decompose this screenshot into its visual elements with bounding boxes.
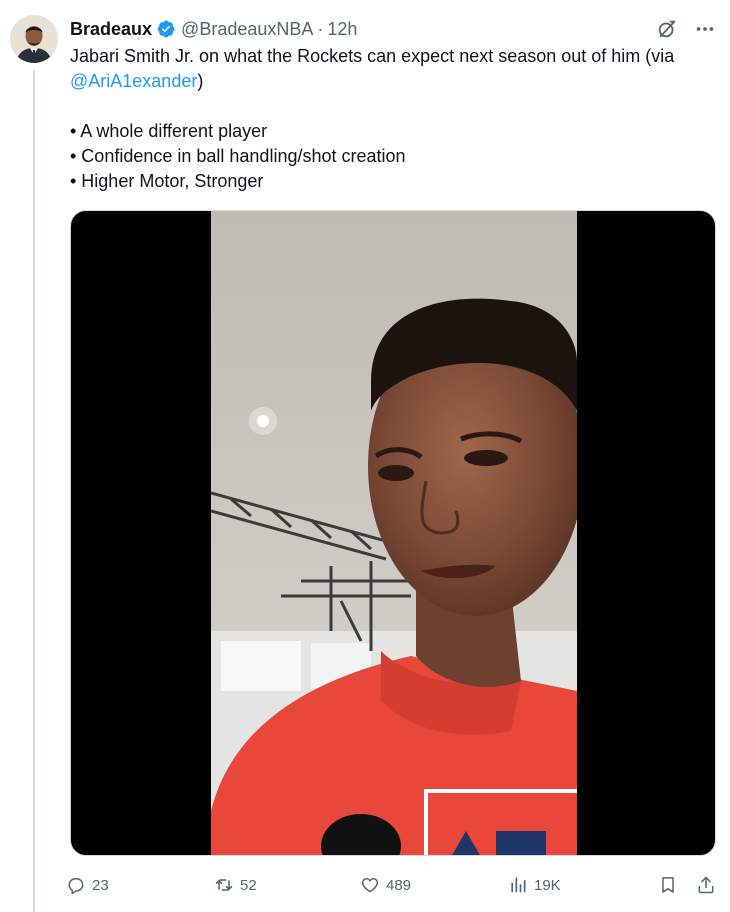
grok-icon[interactable] [656,18,678,40]
views-button[interactable]: 19K [508,875,658,895]
retweet-button[interactable]: 52 [214,875,360,895]
bullet-item: • Higher Motor, Stronger [70,171,264,191]
tweet-time[interactable]: 12h [327,19,357,40]
share-button[interactable] [696,875,716,895]
thread-line [33,70,35,912]
tweet-text-line: @AriA1exander) [70,69,720,94]
video-frame[interactable] [211,211,577,855]
reply-button[interactable]: 23 [66,875,214,895]
retweet-icon [215,879,233,891]
verified-badge-icon [156,19,176,39]
author-name[interactable]: Bradeaux [70,19,152,40]
tweet-text-line: Jabari Smith Jr. on what the Rockets can… [70,46,675,66]
author-handle[interactable]: @BradeauxNBA [181,19,313,40]
retweet-count: 52 [240,876,257,894]
views-icon [511,877,526,893]
like-count: 489 [386,876,412,894]
mention-link[interactable]: @AriA1exander [70,71,197,91]
bookmark-button[interactable] [658,875,696,895]
share-icon [698,876,714,894]
reply-count: 23 [92,876,109,894]
mention-suffix: ) [197,71,204,91]
reply-icon [68,878,84,895]
bullet-item: • Confidence in ball handling/shot creat… [70,146,406,166]
tweet-header: Bradeaux @BradeauxNBA · 12h [70,17,716,41]
views-count: 19K [534,876,561,894]
more-icon[interactable] [694,18,716,40]
avatar[interactable] [10,15,58,63]
bullet-item: • A whole different player [70,121,268,141]
tweet-text: Jabari Smith Jr. on what the Rockets can… [70,44,720,194]
like-button[interactable]: 489 [360,875,508,895]
video-player[interactable] [70,210,716,856]
separator-dot: · [317,18,324,39]
bookmark-icon [662,877,674,893]
like-icon [361,878,379,893]
action-bar: 23 52 489 19K [66,872,716,898]
